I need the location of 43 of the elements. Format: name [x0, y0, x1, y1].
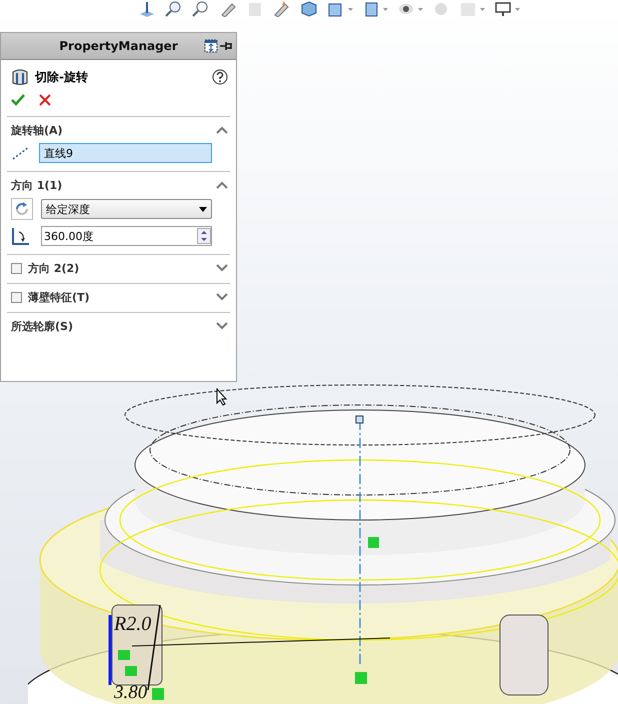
expand-chevron-icon[interactable] — [216, 293, 228, 301]
checkbox[interactable] — [11, 292, 22, 302]
collapse-chevron-icon[interactable] — [216, 126, 228, 134]
collapse-chevron-icon[interactable] — [216, 181, 228, 189]
spin-arrows-icon[interactable] — [197, 228, 211, 244]
expand-chevron-icon[interactable] — [216, 322, 228, 330]
section-title: 旋转轴(A) — [11, 122, 64, 138]
caret-icon[interactable] — [515, 8, 520, 10]
help-icon[interactable] — [212, 69, 228, 85]
section-title: 所选轮廓(S) — [11, 318, 74, 334]
cube-icon[interactable] — [300, 1, 318, 17]
axis-field[interactable]: 直线9 — [39, 143, 212, 163]
section-title: 薄壁特征(T) — [28, 290, 91, 304]
section-title: 方向 1(1) — [11, 178, 64, 192]
expand-icon[interactable] — [204, 39, 218, 53]
dashed-line-icon — [11, 146, 31, 160]
caret-icon[interactable] — [383, 8, 388, 10]
dropdown-arrow-icon — [199, 206, 207, 212]
axis-line[interactable] — [355, 416, 379, 684]
search-icon[interactable] — [192, 1, 210, 17]
section-title: 方向 2(2) — [28, 260, 80, 276]
eye-icon[interactable] — [397, 1, 415, 17]
expand-chevron-icon[interactable] — [216, 264, 228, 272]
reverse-direction-button[interactable] — [11, 198, 33, 220]
mouse-cursor-icon — [216, 388, 228, 406]
plane-icon[interactable] — [138, 1, 156, 17]
sketch-profile-drawing[interactable] — [108, 604, 390, 700]
rotate-arrow-icon — [14, 201, 30, 217]
ok-check-icon[interactable] — [11, 94, 25, 106]
caret-icon[interactable] — [480, 8, 485, 10]
angle-field[interactable]: 360.00度 — [41, 226, 212, 246]
zoom-icon[interactable] — [165, 1, 183, 17]
caret-icon[interactable] — [418, 8, 423, 10]
revolve-cut-icon — [11, 68, 29, 86]
dimension-label[interactable]: 3.80 — [112, 680, 160, 702]
pin-icon[interactable] — [220, 39, 234, 53]
monitor-icon[interactable] — [494, 1, 512, 17]
caret-icon[interactable] — [348, 8, 353, 10]
checkbox[interactable] — [11, 262, 22, 274]
cancel-x-icon[interactable] — [39, 94, 51, 106]
end-condition-dropdown[interactable]: 给定深度 — [41, 199, 212, 219]
panel-title: PropertyManager — [59, 39, 178, 53]
feature-title: 切除-旋转 — [35, 68, 89, 86]
